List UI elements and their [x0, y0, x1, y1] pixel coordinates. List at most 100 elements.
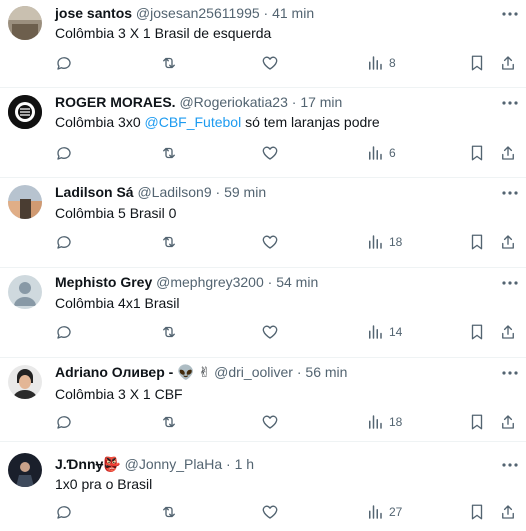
avatar[interactable] — [8, 275, 42, 309]
tweet-text: Colômbia 5 Brasil 0 — [55, 205, 177, 221]
author-name[interactable]: Adriano Оливер - — [55, 364, 173, 380]
retweet-icon[interactable] — [160, 144, 178, 162]
reply-icon[interactable] — [55, 323, 73, 341]
more-horizontal-icon[interactable] — [500, 363, 520, 383]
bookmark-icon[interactable] — [468, 144, 486, 162]
bookmark-icon[interactable] — [468, 413, 486, 431]
timestamp[interactable]: 56 min — [305, 364, 347, 380]
author-name[interactable]: J.Ɗnnɏ — [55, 456, 103, 472]
tweet-header: ROGER MORAES. @Rogeriokatia23 · 17 min — [55, 93, 342, 111]
author-handle[interactable]: @josesan25611995 — [136, 5, 260, 21]
share-icon[interactable] — [499, 323, 517, 341]
reply-icon[interactable] — [55, 54, 73, 72]
reply-icon[interactable] — [55, 503, 73, 521]
avatar[interactable] — [8, 453, 42, 487]
views-chart-icon[interactable] — [366, 413, 384, 431]
bookmark-icon[interactable] — [468, 503, 486, 521]
separator-dot: · — [291, 94, 297, 110]
heart-icon[interactable] — [261, 54, 279, 72]
author-handle[interactable]: @Jonny_PlaHa — [125, 456, 223, 472]
retweet-icon[interactable] — [160, 413, 178, 431]
bookmark-icon[interactable] — [468, 323, 486, 341]
bookmark-icon[interactable] — [468, 54, 486, 72]
share-icon[interactable] — [499, 503, 517, 521]
tweet-header: Adriano Оливер - 👽 ✌ @dri_ooliver · 56 m… — [55, 363, 347, 381]
separator-dot: · — [267, 274, 273, 290]
separator-dot: · — [215, 184, 221, 200]
views-chart-icon[interactable] — [366, 54, 384, 72]
author-handle[interactable]: @mephgrey3200 — [156, 274, 264, 290]
tweet-header: Mephisto Grey @mephgrey3200 · 54 min — [55, 273, 318, 291]
tweet-header: jose santos @josesan25611995 · 41 min — [55, 4, 314, 22]
mention-link[interactable]: @CBF_Futebol — [145, 114, 242, 130]
tweet-item[interactable]: J.Ɗnnɏ👺 @Jonny_PlaHa · 1 h 1x0 pra o Bra… — [0, 442, 526, 531]
tweet-item[interactable]: Mephisto Grey @mephgrey3200 · 54 min Col… — [0, 268, 526, 357]
views-chart-icon[interactable] — [366, 503, 384, 521]
tweet-item[interactable]: jose santos @josesan25611995 · 41 min Co… — [0, 0, 526, 87]
views-count: 8 — [389, 56, 396, 70]
retweet-icon[interactable] — [160, 54, 178, 72]
tweet-text: Colômbia 3 X 1 Brasil de esquerda — [55, 25, 272, 41]
author-name[interactable]: ROGER MORAES. — [55, 94, 176, 110]
author-name[interactable]: Ladilson Sá — [55, 184, 134, 200]
author-handle[interactable]: @Ladilson9 — [137, 184, 211, 200]
avatar[interactable] — [8, 185, 42, 219]
timestamp[interactable]: 41 min — [272, 5, 314, 21]
avatar[interactable] — [8, 365, 42, 399]
tweet-text-part: só tem laranjas podre — [241, 114, 380, 130]
author-handle[interactable]: @Rogeriokatia23 — [179, 94, 287, 110]
retweet-icon[interactable] — [160, 503, 178, 521]
tweet-text-part: Colômbia 3x0 — [55, 114, 145, 130]
separator-dot: · — [296, 364, 302, 380]
tweet-item[interactable]: Adriano Оливер - 👽 ✌ @dri_ooliver · 56 m… — [0, 358, 526, 441]
reply-icon[interactable] — [55, 144, 73, 162]
share-icon[interactable] — [499, 233, 517, 251]
timestamp[interactable]: 54 min — [276, 274, 318, 290]
heart-icon[interactable] — [261, 233, 279, 251]
author-name[interactable]: Mephisto Grey — [55, 274, 152, 290]
share-icon[interactable] — [499, 413, 517, 431]
more-horizontal-icon[interactable] — [500, 4, 520, 24]
heart-icon[interactable] — [261, 323, 279, 341]
tweet-text: 1x0 pra o Brasil — [55, 476, 153, 492]
tweet-header: J.Ɗnnɏ👺 @Jonny_PlaHa · 1 h — [55, 455, 254, 473]
tweet-text: Colômbia 4x1 Brasil — [55, 295, 180, 311]
tweet-text: Colômbia 3 X 1 CBF — [55, 386, 183, 402]
separator-dot: · — [263, 5, 269, 21]
reply-icon[interactable] — [55, 233, 73, 251]
tweet-text: Colômbia 3x0 @CBF_Futebol só tem laranja… — [55, 113, 380, 131]
heart-icon[interactable] — [261, 413, 279, 431]
name-emoji: 👽 ✌ — [177, 364, 211, 380]
retweet-icon[interactable] — [160, 233, 178, 251]
heart-icon[interactable] — [261, 503, 279, 521]
avatar[interactable] — [8, 95, 42, 129]
avatar[interactable] — [8, 6, 42, 40]
views-count: 27 — [389, 505, 403, 519]
timestamp[interactable]: 1 h — [235, 456, 254, 472]
author-handle[interactable]: @dri_ooliver — [214, 364, 293, 380]
retweet-icon[interactable] — [160, 323, 178, 341]
views-count: 18 — [389, 235, 403, 249]
more-horizontal-icon[interactable] — [500, 273, 520, 293]
views-count: 14 — [389, 325, 403, 339]
timestamp[interactable]: 59 min — [224, 184, 266, 200]
bookmark-icon[interactable] — [468, 233, 486, 251]
share-icon[interactable] — [499, 54, 517, 72]
more-horizontal-icon[interactable] — [500, 93, 520, 113]
reply-icon[interactable] — [55, 413, 73, 431]
heart-icon[interactable] — [261, 144, 279, 162]
views-count: 18 — [389, 415, 403, 429]
timestamp[interactable]: 17 min — [300, 94, 342, 110]
tweet-item[interactable]: Ladilson Sá @Ladilson9 · 59 min Colômbia… — [0, 178, 526, 267]
share-icon[interactable] — [499, 144, 517, 162]
tweet-item[interactable]: ROGER MORAES. @Rogeriokatia23 · 17 min C… — [0, 88, 526, 177]
views-chart-icon[interactable] — [366, 144, 384, 162]
more-horizontal-icon[interactable] — [500, 183, 520, 203]
more-horizontal-icon[interactable] — [500, 455, 520, 475]
views-chart-icon[interactable] — [366, 323, 384, 341]
tweet-header: Ladilson Sá @Ladilson9 · 59 min — [55, 183, 266, 201]
views-count: 6 — [389, 146, 396, 160]
separator-dot: · — [226, 456, 231, 472]
author-name[interactable]: jose santos — [55, 5, 132, 21]
views-chart-icon[interactable] — [366, 233, 384, 251]
